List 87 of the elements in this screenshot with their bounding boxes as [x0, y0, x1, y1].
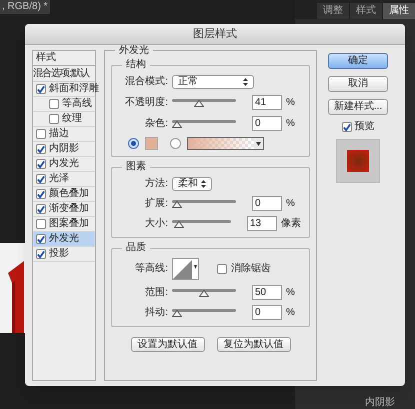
style-list-item[interactable]: 渐变叠加	[33, 202, 95, 217]
slider-label: 不透明度:	[124, 98, 168, 108]
dropdown-arrow-icon	[256, 142, 261, 146]
preview-thumbnail	[336, 139, 380, 183]
opacity-slider[interactable]	[172, 98, 236, 108]
preview-label: 预览	[354, 122, 374, 132]
group-title: 结构	[122, 60, 150, 70]
slider-thumb-icon[interactable]	[199, 290, 209, 296]
updown-icon	[243, 78, 248, 86]
blend-options-item[interactable]: 混合选项:默认	[33, 66, 95, 82]
panel-title: 外发光	[115, 46, 153, 56]
value-field[interactable]: 0	[252, 196, 282, 211]
style-list-item[interactable]: 外发光	[33, 232, 95, 247]
value-field[interactable]: 50	[252, 285, 282, 300]
slider-thumb-icon[interactable]	[174, 220, 184, 228]
dialog-button[interactable]: 新建样式...	[328, 99, 388, 115]
slider-thumb-icon[interactable]	[172, 310, 182, 316]
panel-tab[interactable]: 属性	[383, 3, 415, 19]
unit-label: %	[286, 288, 295, 298]
spread-slider[interactable]	[172, 198, 236, 208]
style-list-item[interactable]: 内阴影	[33, 142, 95, 157]
color-swatch[interactable]	[145, 137, 158, 150]
checkbox[interactable]	[36, 219, 46, 229]
panel-tab[interactable]: 调整	[317, 3, 349, 19]
checkbox[interactable]	[36, 234, 46, 244]
checkbox-label: 消除锯齿	[231, 264, 271, 274]
unit-label: %	[286, 98, 295, 108]
slider-label: 抖动:	[144, 308, 168, 318]
slider-label: 杂色:	[144, 118, 168, 128]
list-header: 样式	[33, 51, 95, 66]
radio-button[interactable]	[170, 138, 181, 149]
unit-label: 像素	[281, 218, 301, 228]
checkbox[interactable]	[36, 129, 46, 139]
checkbox[interactable]	[49, 114, 59, 124]
document-tab[interactable]: , RGB/8) *	[2, 2, 48, 12]
value-field[interactable]: 41	[252, 95, 282, 110]
slider-thumb-icon[interactable]	[194, 100, 204, 106]
slider-label: 扩展:	[144, 198, 168, 208]
radio-button[interactable]	[128, 138, 139, 149]
size-slider[interactable]	[172, 218, 231, 228]
style-list-item[interactable]: 纹理	[33, 112, 95, 127]
checkbox[interactable]	[36, 204, 46, 214]
select-label: 混合模式:	[124, 77, 168, 87]
checkbox[interactable]	[217, 264, 227, 274]
style-list-item[interactable]: 等高线	[33, 97, 95, 112]
slider-label: 大小:	[144, 218, 168, 228]
slider-thumb-icon[interactable]	[172, 120, 182, 128]
gradient-picker[interactable]	[187, 137, 264, 150]
select-label: 方法:	[144, 179, 168, 189]
checkbox[interactable]	[36, 84, 46, 94]
panel-tab[interactable]: 样式	[350, 3, 382, 19]
style-list-item[interactable]: 投影	[33, 247, 95, 262]
dropdown[interactable]: 柔和	[172, 177, 212, 191]
noise-slider[interactable]	[172, 118, 236, 128]
style-list-item[interactable]: 颜色叠加	[33, 187, 95, 202]
value-field[interactable]: 13	[247, 216, 277, 231]
checkbox[interactable]	[36, 189, 46, 199]
dropdown[interactable]: 正常	[172, 75, 254, 89]
group-title: 图素	[122, 162, 150, 172]
value-field[interactable]: 0	[252, 116, 282, 131]
style-list-item[interactable]: 描边	[33, 127, 95, 142]
range-slider[interactable]	[172, 288, 236, 298]
dialog-button[interactable]: 确定	[328, 53, 388, 69]
unit-label: %	[286, 118, 295, 128]
unit-label: %	[286, 198, 295, 208]
slider-label: 范围:	[144, 288, 168, 298]
checkbox[interactable]	[36, 144, 46, 154]
default-button[interactable]: 复位为默认值	[216, 337, 290, 352]
style-list-item[interactable]: 光泽	[33, 172, 95, 187]
contour-preview-icon[interactable]	[172, 258, 199, 280]
checkbox[interactable]	[49, 99, 59, 109]
default-button[interactable]: 设置为默认值	[130, 337, 204, 352]
value-field[interactable]: 0	[252, 305, 282, 320]
slider-thumb-icon[interactable]	[172, 200, 182, 208]
style-list-item[interactable]: 内发光	[33, 157, 95, 172]
jitter-slider[interactable]	[172, 308, 236, 318]
window-title: 图层样式	[193, 28, 237, 40]
contour-label: 等高线:	[134, 264, 168, 274]
checkbox[interactable]	[342, 122, 352, 132]
checkbox[interactable]	[36, 249, 46, 259]
checkbox[interactable]	[36, 159, 46, 169]
unit-label: %	[286, 308, 295, 318]
dialog-button[interactable]: 取消	[328, 76, 388, 92]
checkbox[interactable]	[36, 174, 46, 184]
updown-icon	[201, 180, 206, 188]
group-title: 品质	[122, 243, 150, 253]
layer-style-item[interactable]: 内阴影	[365, 397, 395, 408]
